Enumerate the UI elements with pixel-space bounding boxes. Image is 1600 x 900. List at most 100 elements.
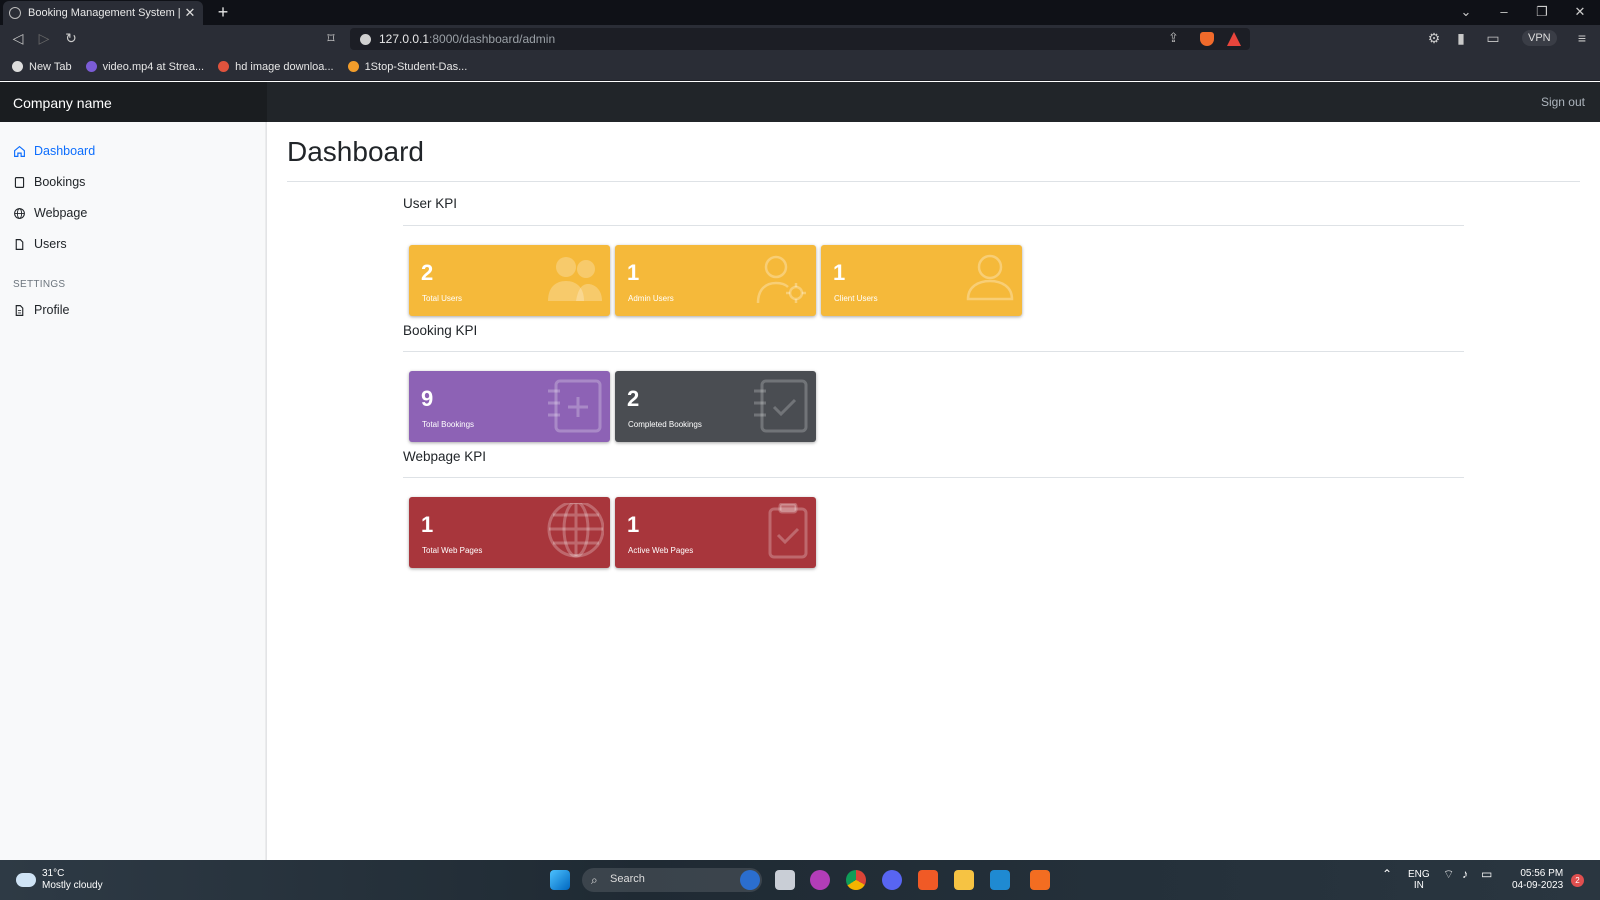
kpi-label: Client Users [834, 294, 878, 303]
bookmark-favicon [12, 61, 23, 72]
browser-tab[interactable]: Booking Management System | L ✕ [3, 1, 203, 25]
sidebar-item-webpage[interactable]: Webpage [13, 206, 87, 220]
kpi-label: Active Web Pages [628, 546, 694, 555]
kpi-card-total-users[interactable]: 2 Total Users [409, 245, 610, 316]
weather-widget[interactable]: 31°C Mostly cloudy [16, 868, 103, 892]
new-tab-button[interactable]: + [213, 2, 233, 23]
minimize-button[interactable]: – [1494, 4, 1514, 19]
file-explorer-icon[interactable] [775, 870, 795, 890]
kpi-value: 9 [421, 386, 434, 411]
sidebar-item-dashboard[interactable]: Dashboard [13, 144, 95, 158]
kpi-label: Admin Users [628, 294, 674, 303]
file-text-icon [15, 304, 24, 316]
clipboard-check-icon [768, 503, 808, 559]
windows-start-icon[interactable] [550, 870, 570, 890]
bookmark-favicon [85, 61, 97, 72]
kpi-card-total-bookings[interactable]: 9 Total Bookings [409, 371, 610, 442]
notebook-plus-icon [548, 379, 602, 433]
sidebar-item-profile[interactable]: Profile [13, 303, 69, 317]
section-title-booking-kpi: Booking KPI [403, 323, 478, 338]
bookmark-item[interactable]: hd image downloa... [218, 61, 334, 73]
kpi-value: 1 [421, 512, 434, 537]
divider [403, 225, 1464, 226]
tab-search-icon[interactable]: ⌄ [1456, 4, 1476, 20]
kpi-label: Total Users [422, 294, 463, 303]
close-tab-icon[interactable]: ✕ [183, 5, 197, 21]
address-bar[interactable]: 127.0.0.1:8000/dashboard/admin ⇪ [350, 28, 1250, 50]
kpi-label: Total Bookings [422, 420, 475, 429]
battery-icon[interactable]: ▭ [1481, 868, 1492, 880]
sidebar-item-users[interactable]: Users [13, 237, 67, 251]
vpn-button[interactable]: VPN [1522, 30, 1557, 46]
restore-button[interactable]: ❐ [1532, 4, 1552, 20]
wallet-icon[interactable]: ▭ [1484, 30, 1502, 47]
wifi-icon[interactable]: ⌔ [1443, 868, 1454, 880]
discord-icon[interactable] [882, 870, 902, 890]
bookmark-item[interactable]: New Tab [12, 61, 72, 73]
cloud-icon [16, 873, 36, 887]
globe-icon [14, 207, 25, 219]
brave-icon[interactable] [918, 870, 938, 890]
tab-title: Booking Management System | L [28, 7, 183, 19]
media-app-icon[interactable] [810, 870, 830, 890]
bookmarks-bar: New Tab video.mp4 at Strea... hd image d… [0, 53, 1600, 81]
bookmark-item[interactable]: video.mp4 at Strea... [85, 61, 204, 73]
extensions-icon[interactable]: ⚙ [1425, 30, 1443, 47]
menu-icon[interactable]: ≡ [1573, 30, 1591, 46]
xampp-icon[interactable] [1030, 870, 1050, 890]
file-icon [15, 238, 24, 250]
kpi-card-client-users[interactable]: 1 Client Users [821, 245, 1022, 316]
settings-heading: SETTINGS [13, 279, 66, 290]
language-indicator[interactable]: ENG IN [1408, 869, 1430, 891]
bookmark-favicon [218, 61, 230, 72]
brave-rewards-icon[interactable] [1227, 32, 1241, 46]
home-icon [14, 145, 25, 157]
sidebar-item-bookings[interactable]: Bookings [13, 175, 85, 189]
users-icon [548, 257, 602, 301]
sidebar-toggle-icon[interactable]: ▮ [1452, 30, 1470, 47]
bing-icon[interactable] [740, 870, 760, 890]
page-title: Dashboard [287, 136, 424, 167]
divider [403, 477, 1464, 478]
bookmark-icon [14, 176, 25, 188]
search-icon: ⌕ [591, 873, 598, 887]
share-icon[interactable]: ⇪ [1168, 30, 1179, 46]
volume-icon[interactable]: ♪ [1462, 868, 1468, 880]
kpi-value: 2 [421, 260, 434, 285]
forward-icon[interactable]: ▷ [35, 30, 53, 47]
system-clock[interactable]: 05:56 PM 04-09-2023 [1512, 868, 1563, 892]
folder-icon[interactable] [954, 870, 974, 890]
site-info-icon[interactable] [360, 33, 371, 45]
sidebar-item-label: Bookings [34, 175, 86, 189]
close-window-button[interactable]: ✕ [1570, 4, 1590, 20]
chrome-icon[interactable] [846, 870, 866, 890]
kpi-value: 1 [627, 260, 640, 285]
section-title-user-kpi: User KPI [403, 196, 458, 211]
reload-icon[interactable]: ↻ [62, 30, 80, 47]
notification-badge[interactable]: 2 [1571, 874, 1584, 887]
sign-out-link[interactable]: Sign out [1541, 95, 1585, 109]
bookmark-item[interactable]: 1Stop-Student-Das... [347, 61, 467, 73]
globe-icon [9, 7, 21, 19]
section-title-webpage-kpi: Webpage KPI [403, 449, 487, 464]
kpi-card-total-web-pages[interactable]: 1 Total Web Pages [409, 497, 610, 568]
bookmark-favicon [347, 61, 359, 72]
brave-shield-icon[interactable] [1200, 32, 1214, 46]
sidebar: Dashboard Bookings Webpage Users SETTING… [0, 122, 267, 860]
notebook-check-icon [754, 379, 808, 433]
kpi-card-completed-bookings[interactable]: 2 Completed Bookings [615, 371, 816, 442]
bookmark-page-icon[interactable]: ⌑ [322, 30, 340, 47]
user-icon [966, 254, 1014, 301]
back-icon[interactable]: ◁ [9, 30, 27, 47]
divider [403, 351, 1464, 352]
browser-tab-strip: Booking Management System | L ✕ + ⌄ – ❐ … [0, 0, 1600, 25]
company-brand[interactable]: Company name [0, 82, 267, 122]
sidebar-item-label: Dashboard [34, 144, 96, 158]
show-hidden-icons[interactable]: ⌃ [1382, 868, 1392, 880]
taskbar-search[interactable]: ⌕ Search [582, 868, 762, 892]
vscode-icon[interactable] [990, 870, 1010, 890]
url-text: 127.0.0.1:8000/dashboard/admin [379, 32, 556, 46]
kpi-card-active-web-pages[interactable]: 1 Active Web Pages [615, 497, 816, 568]
app-header: Company name Sign out [0, 82, 1600, 122]
kpi-card-admin-users[interactable]: 1 Admin Users [615, 245, 816, 316]
